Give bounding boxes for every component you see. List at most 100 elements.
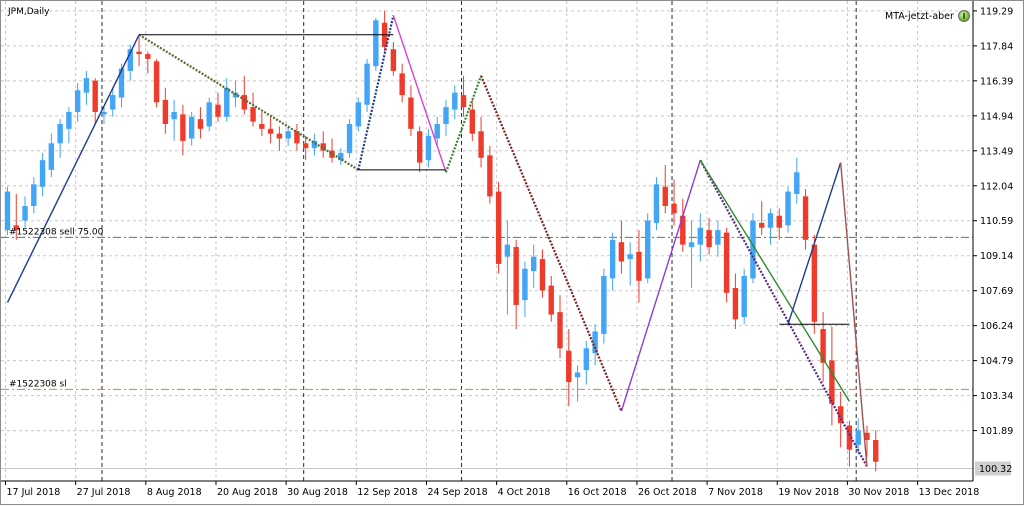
candle-body [250, 107, 256, 122]
candle[interactable] [627, 242, 633, 286]
candle[interactable] [820, 312, 826, 383]
candle[interactable] [443, 99, 449, 137]
candle[interactable] [188, 111, 195, 146]
candle-body [31, 184, 37, 207]
x-tick-label: 16 Oct 2018 [568, 487, 627, 498]
candle-body [180, 114, 186, 141]
candle-body [522, 268, 528, 301]
x-tick-label: 27 Jul 2018 [77, 487, 131, 498]
candle[interactable] [311, 133, 318, 156]
candle[interactable] [83, 70, 90, 105]
y-tick-label: 101.89 [980, 426, 1013, 437]
candle-body [39, 160, 46, 187]
candle[interactable] [294, 124, 300, 151]
price-chart[interactable]: 119.29 117.84 116.39 114.94 113.49 112.04 110.… [1, 1, 1024, 506]
candle[interactable] [39, 152, 46, 197]
candle[interactable] [601, 268, 607, 344]
candle[interactable] [653, 177, 660, 231]
candle[interactable] [522, 261, 528, 317]
candle[interactable] [723, 227, 730, 303]
candle-body [162, 99, 169, 125]
candle[interactable] [355, 97, 361, 132]
candle[interactable] [162, 87, 169, 134]
candle[interactable] [715, 220, 721, 257]
candle-body [609, 239, 616, 279]
candles[interactable] [4, 10, 879, 472]
candle[interactable] [276, 126, 283, 151]
candle-body [434, 124, 440, 139]
candle[interactable] [329, 138, 335, 163]
chart-window[interactable]: 119.29 117.84 116.39 114.94 113.49 112.04 110.… [0, 0, 1024, 505]
expert-advisor-badge[interactable]: MTA-jetzt-aber [885, 8, 970, 24]
smiley-icon[interactable] [957, 10, 970, 22]
y-tick-label: 103.34 [980, 391, 1013, 402]
candle[interactable] [645, 213, 651, 284]
candle[interactable] [539, 249, 546, 298]
candle[interactable] [794, 157, 800, 204]
candle[interactable] [583, 341, 590, 385]
candle[interactable] [390, 42, 397, 76]
candle[interactable] [241, 75, 247, 115]
candle[interactable] [180, 104, 186, 156]
candle[interactable] [618, 220, 625, 274]
candle[interactable] [513, 239, 519, 330]
candle[interactable] [364, 58, 370, 112]
candle[interactable] [504, 220, 511, 315]
candle-body [855, 430, 861, 445]
candle[interactable] [873, 430, 879, 472]
candle[interactable] [732, 273, 739, 330]
candle[interactable] [136, 37, 142, 67]
candle[interactable] [320, 131, 326, 158]
candle[interactable] [741, 268, 747, 325]
candle[interactable] [566, 329, 572, 407]
candle[interactable] [495, 181, 502, 274]
candle-body [276, 133, 283, 139]
candle[interactable] [206, 97, 212, 132]
candle[interactable] [22, 196, 28, 228]
candle[interactable] [57, 119, 63, 158]
candle[interactable] [609, 232, 616, 291]
candle[interactable] [802, 189, 809, 250]
candle[interactable] [680, 198, 686, 252]
candle[interactable] [767, 208, 774, 245]
candle[interactable] [416, 126, 423, 173]
candle[interactable] [531, 244, 537, 289]
grid [1, 1, 973, 481]
candle-body [566, 350, 572, 383]
candle[interactable] [452, 85, 458, 120]
candle-body [206, 102, 212, 127]
candle[interactable] [31, 177, 37, 214]
candle[interactable] [267, 116, 274, 144]
candle-body [662, 186, 668, 207]
x-tick-label: 30 Aug 2018 [287, 487, 348, 498]
y-tick-label: 109.14 [980, 251, 1013, 262]
candle[interactable] [48, 133, 55, 178]
candle-body [355, 102, 361, 127]
candle[interactable] [346, 119, 353, 158]
candle[interactable] [66, 107, 72, 144]
candle[interactable] [548, 275, 554, 322]
zigzag-segment [839, 162, 868, 467]
candle[interactable] [662, 165, 668, 214]
candle[interactable] [557, 295, 563, 358]
candle[interactable] [399, 63, 405, 103]
candle[interactable] [224, 78, 230, 122]
candle[interactable] [688, 220, 695, 289]
candle-body [583, 348, 590, 371]
candle-body [688, 242, 695, 248]
candle-body [425, 136, 432, 161]
candle[interactable] [487, 145, 493, 204]
candle[interactable] [197, 107, 204, 139]
candle[interactable] [92, 78, 98, 125]
candle-body [399, 73, 405, 96]
candle[interactable] [153, 58, 160, 108]
candle[interactable] [408, 85, 414, 137]
candle[interactable] [759, 201, 765, 235]
candle[interactable] [250, 92, 256, 127]
candle-body [48, 143, 55, 170]
candle-body [259, 124, 265, 129]
candle[interactable] [785, 186, 791, 233]
candle[interactable] [373, 17, 379, 71]
candle[interactable] [171, 99, 177, 141]
candle[interactable] [478, 116, 484, 168]
